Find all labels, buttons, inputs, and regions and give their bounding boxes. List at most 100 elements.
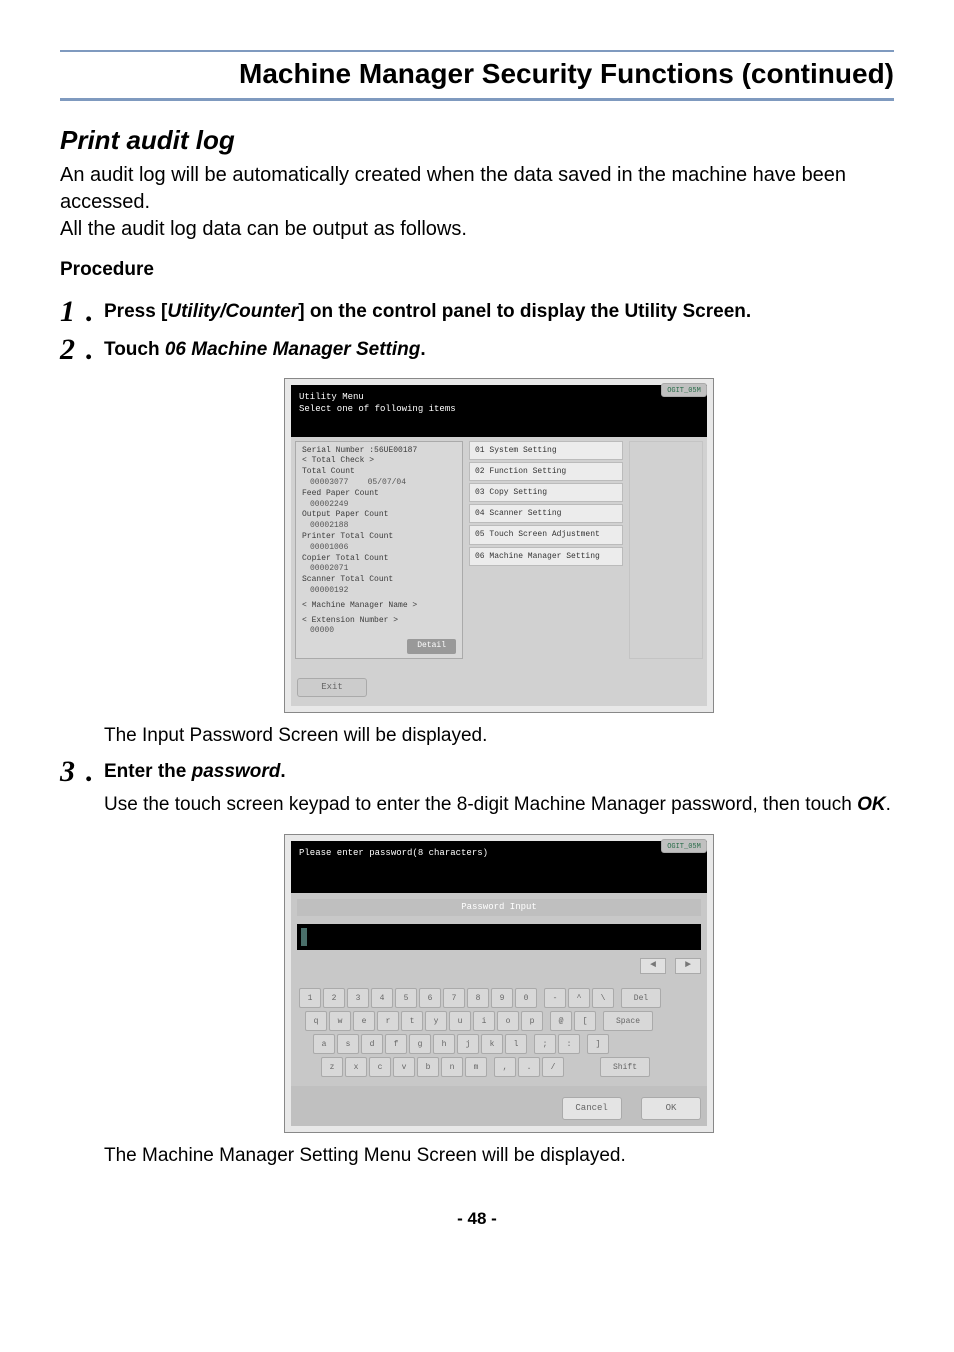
key-m[interactable]: m [465,1057,487,1077]
key-rbracket[interactable]: ] [587,1034,609,1054]
step-2-number: 2 [60,335,86,365]
output-value: 00002188 [310,521,456,532]
step-3-post: . [280,761,285,782]
key-shift[interactable]: Shift [600,1057,650,1077]
key-n[interactable]: n [441,1057,463,1077]
key-5[interactable]: 5 [395,988,417,1008]
menu-function-setting[interactable]: 02 Function Setting [469,462,623,481]
step-1-dot: . [86,297,104,327]
intro-text-1: An audit log will be automatically creat… [60,164,846,213]
key-del[interactable]: Del [621,988,661,1008]
feed-label: Feed Paper Count [302,489,456,500]
key-y[interactable]: y [425,1011,447,1031]
exit-button[interactable]: Exit [297,678,367,697]
password-field[interactable] [297,924,701,950]
step-3-result: The Machine Manager Setting Menu Screen … [104,1143,894,1170]
menu-scanner-setting[interactable]: 04 Scanner Setting [469,504,623,523]
date-value: 05/07/04 [368,478,406,487]
key-z[interactable]: z [321,1057,343,1077]
key-b[interactable]: b [417,1057,439,1077]
section-heading: Print audit log [60,125,894,156]
key-9[interactable]: 9 [491,988,513,1008]
key-2[interactable]: 2 [323,988,345,1008]
key-colon[interactable]: : [558,1034,580,1054]
key-t[interactable]: t [401,1011,423,1031]
key-7[interactable]: 7 [443,988,465,1008]
key-h[interactable]: h [433,1034,455,1054]
menu-system-setting[interactable]: 01 System Setting [469,441,623,460]
key-f[interactable]: f [385,1034,407,1054]
key-8[interactable]: 8 [467,988,489,1008]
key-s[interactable]: s [337,1034,359,1054]
key-i[interactable]: i [473,1011,495,1031]
printer-value: 00001006 [310,543,456,554]
key-l[interactable]: l [505,1034,527,1054]
total-count-label: Total Count [302,467,355,476]
shot2-tab: OGIT_05M [661,839,707,853]
key-d[interactable]: d [361,1034,383,1054]
page-title: Machine Manager Security Functions (cont… [60,54,894,101]
key-j[interactable]: j [457,1034,479,1054]
menu-copy-setting[interactable]: 03 Copy Setting [469,483,623,502]
step-3-pre: Enter the [104,761,192,782]
key-slash[interactable]: / [542,1057,564,1077]
cancel-button[interactable]: Cancel [562,1097,622,1120]
key-x[interactable]: x [345,1057,367,1077]
nav-right-button[interactable]: ► [675,958,701,974]
screenshot-password-input: OGIT_05M Please enter password(8 charact… [284,834,714,1132]
nav-left-button[interactable]: ◄ [640,958,666,974]
key-minus[interactable]: - [544,988,566,1008]
key-semicolon[interactable]: ; [534,1034,556,1054]
key-comma[interactable]: , [494,1057,516,1077]
key-r[interactable]: r [377,1011,399,1031]
key-p[interactable]: p [521,1011,543,1031]
key-g[interactable]: g [409,1034,431,1054]
feed-value: 00002249 [310,500,456,511]
key-v[interactable]: v [393,1057,415,1077]
total-count-value: 00003077 [310,478,348,487]
step-1-post: ] on the control panel to display the Ut… [298,301,751,322]
key-space[interactable]: Space [603,1011,653,1031]
cursor-icon [301,928,307,946]
step-2-pre: Touch [104,339,165,360]
step-2-em: 06 Machine Manager Setting [165,339,421,360]
key-o[interactable]: o [497,1011,519,1031]
key-k[interactable]: k [481,1034,503,1054]
key-a[interactable]: a [313,1034,335,1054]
key-0[interactable]: 0 [515,988,537,1008]
step-3-number: 3 [60,757,86,787]
key-w[interactable]: w [329,1011,351,1031]
key-3[interactable]: 3 [347,988,369,1008]
output-label: Output Paper Count [302,510,456,521]
key-lbracket[interactable]: [ [574,1011,596,1031]
page-number: - 48 - [60,1209,894,1229]
key-6[interactable]: 6 [419,988,441,1008]
shot1-tab: OGIT_05M [661,383,707,397]
step-3-desc-post: . [886,794,891,815]
key-u[interactable]: u [449,1011,471,1031]
key-q[interactable]: q [305,1011,327,1031]
key-caret[interactable]: ^ [568,988,590,1008]
key-c[interactable]: c [369,1057,391,1077]
step-1-em: Utility/Counter [167,301,298,322]
key-at[interactable]: @ [550,1011,572,1031]
detail-button[interactable]: Detail [407,639,456,654]
shot1-header2: Select one of following items [299,403,699,416]
menu-machine-manager-setting[interactable]: 06 Machine Manager Setting [469,547,623,566]
key-period[interactable]: . [518,1057,540,1077]
key-1[interactable]: 1 [299,988,321,1008]
mgr-name-label: < Machine Manager Name > [302,601,456,612]
key-e[interactable]: e [353,1011,375,1031]
menu-touch-screen-adjustment[interactable]: 05 Touch Screen Adjustment [469,525,623,544]
shot1-header1: Utility Menu [299,391,699,404]
ext-value: 00000 [310,626,456,637]
key-backslash[interactable]: \ [592,988,614,1008]
key-4[interactable]: 4 [371,988,393,1008]
copier-value: 00002071 [310,564,456,575]
password-input-title: Password Input [297,899,701,916]
step-1-pre: Press [ [104,301,167,322]
copier-label: Copier Total Count [302,554,456,565]
scanner-value: 00000192 [310,586,456,597]
ok-button[interactable]: OK [641,1097,701,1120]
step-2-result: The Input Password Screen will be displa… [104,723,894,750]
